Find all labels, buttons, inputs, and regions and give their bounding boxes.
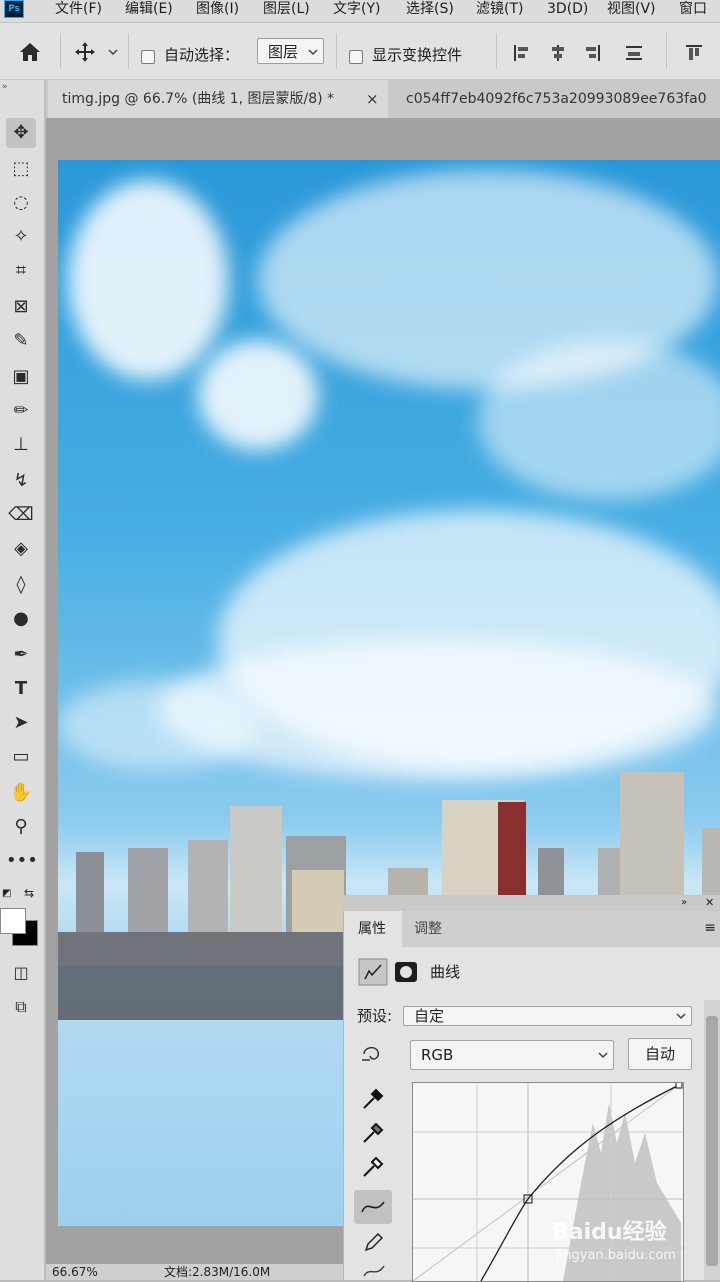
tab-properties-label: 属性 (358, 921, 386, 937)
smooth-icon[interactable] (362, 1262, 386, 1280)
panel-header: » ✕ (343, 895, 720, 911)
close-panel-icon[interactable]: ✕ (705, 895, 714, 911)
blur-icon[interactable]: ◊ (6, 570, 36, 600)
align-top-icon[interactable] (684, 43, 704, 63)
marquee-icon[interactable]: ⬚ (6, 154, 36, 184)
tools-panel: » ✥ ⬚ ◌ ✧ ⌗ ⊠ ✎ ▣ ✏ ⊥ ↯ ⌫ ◈ ◊ ● ✒ T ➤ ▭ … (0, 80, 45, 1280)
align-top-edge-icon[interactable] (624, 43, 644, 63)
menu-window[interactable]: 窗口 (679, 0, 707, 20)
eyedropper-icon[interactable]: ✎ (6, 326, 36, 356)
panel-menu-icon[interactable]: ≡ (704, 920, 716, 936)
photoshop-logo: Ps (4, 0, 24, 18)
close-icon[interactable]: × (366, 80, 379, 118)
document-size: 文档:2.83M/16.0M (164, 1265, 271, 1279)
foreground-color-swatch[interactable] (0, 908, 26, 934)
layer-select-value: 图层 (268, 43, 299, 61)
scrollbar-thumb[interactable] (706, 1016, 718, 1266)
curves-adjustment-icon[interactable] (358, 958, 388, 986)
menu-filter[interactable]: 滤镜(T) (476, 0, 523, 20)
zoom-icon[interactable]: ⚲ (6, 812, 36, 842)
paint-bucket-icon[interactable]: ◈ (6, 534, 36, 564)
tab-label: timg.jpg @ 66.7% (曲线 1, 图层蒙版/8) * (62, 91, 335, 107)
show-transform-checkbox[interactable] (349, 50, 363, 64)
move-icon[interactable]: ✥ (6, 118, 36, 148)
collapse-panel-icon[interactable]: » (681, 895, 687, 911)
white-point-eyedropper-icon[interactable] (360, 1154, 386, 1180)
swap-colors-icon[interactable]: ⇆ (24, 886, 34, 900)
path-select-icon[interactable]: ➤ (6, 708, 36, 738)
healing-icon[interactable]: ▣ (6, 362, 36, 392)
black-point-eyedropper-icon[interactable] (360, 1086, 386, 1112)
tab-label: c054ff7eb4092f6c753a20993089ee763fa0 (406, 91, 707, 107)
status-bar: 66.67% 文档:2.83M/16.0M (46, 1264, 343, 1280)
menu-file[interactable]: 文件(F) (55, 0, 102, 20)
align-left-icon[interactable] (512, 43, 532, 63)
menu-select[interactable]: 选择(S) (406, 0, 454, 20)
tab-adjustments[interactable]: 调整 ≡ (402, 911, 720, 947)
gray-point-eyedropper-icon[interactable] (360, 1120, 386, 1146)
eraser-icon[interactable]: ⌫ (6, 500, 36, 530)
screen-mode-icon[interactable]: ⧉ (6, 992, 36, 1022)
align-right-icon[interactable] (582, 43, 602, 63)
auto-button[interactable]: 自动 (628, 1038, 692, 1070)
history-brush-icon[interactable]: ↯ (6, 466, 36, 496)
rectangle-icon[interactable]: ▭ (6, 742, 36, 772)
channel-value: RGB (421, 1046, 454, 1064)
stamp-icon[interactable]: ⊥ (6, 430, 36, 460)
menu-image[interactable]: 图像(I) (196, 0, 239, 20)
hand-icon[interactable]: ✋ (6, 778, 36, 808)
on-image-adjust-icon[interactable] (360, 1042, 386, 1066)
crop-icon[interactable]: ⌗ (6, 256, 36, 286)
menu-3d[interactable]: 3D(D) (547, 0, 588, 20)
menu-layer[interactable]: 图层(L) (263, 0, 310, 20)
quick-mask-icon[interactable]: ◫ (6, 958, 36, 988)
auto-select-target-select[interactable]: 图层 (257, 38, 324, 64)
channel-select[interactable]: RGB (410, 1040, 614, 1070)
preset-select[interactable]: 自定 (403, 1006, 692, 1026)
options-bar: 自动选择： 图层 显示变换控件 (0, 23, 720, 80)
tab-second-document[interactable]: c054ff7eb4092f6c753a20993089ee763fa0 (388, 80, 720, 118)
watermark-text: Baidu经验 (552, 1220, 667, 1245)
pen-icon[interactable]: ✒ (6, 640, 36, 670)
menu-type[interactable]: 文字(Y) (333, 0, 380, 20)
tab-timg[interactable]: timg.jpg @ 66.7% (曲线 1, 图层蒙版/8) * × (48, 80, 388, 118)
tab-adjustments-label: 调整 (414, 921, 442, 937)
preset-value: 自定 (414, 1007, 445, 1025)
show-transform-label: 显示变换控件 (372, 46, 463, 64)
zoom-readout[interactable]: 66.67% (52, 1264, 98, 1280)
frame-icon[interactable]: ⊠ (6, 292, 36, 322)
collapse-icon[interactable]: » (2, 82, 8, 92)
move-tool-icon[interactable] (74, 41, 96, 63)
lasso-icon[interactable]: ◌ (6, 188, 36, 218)
chevron-down-icon (676, 1013, 686, 1020)
chevron-down-icon (598, 1052, 608, 1059)
pencil-icon[interactable] (362, 1230, 386, 1254)
type-icon[interactable]: T (6, 674, 36, 704)
more-icon[interactable]: ••• (6, 846, 38, 876)
watermark-url: jingyan.baidu.com (556, 1248, 676, 1263)
menu-edit[interactable]: 编辑(E) (125, 0, 173, 20)
chevron-down-icon[interactable] (108, 49, 118, 56)
align-center-icon[interactable] (548, 43, 568, 63)
brush-icon[interactable]: ✏ (6, 396, 36, 426)
magic-wand-icon[interactable]: ✧ (6, 222, 36, 252)
auto-select-label: 自动选择： (164, 46, 240, 64)
menu-bar: Ps 文件(F) 编辑(E) 图像(I) 图层(L) 文字(Y) 选择(S) 滤… (0, 0, 720, 23)
layer-mask-icon[interactable] (395, 962, 417, 982)
auto-select-checkbox[interactable] (141, 50, 155, 64)
curves-title: 曲线 (430, 963, 461, 981)
tab-properties[interactable]: 属性 (344, 911, 402, 947)
default-colors-icon[interactable]: ◩ (2, 888, 11, 899)
chevron-down-icon (308, 49, 318, 56)
home-icon[interactable] (18, 41, 42, 63)
menu-view[interactable]: 视图(V) (607, 0, 656, 20)
dodge-icon[interactable]: ● (6, 604, 36, 634)
panel-scrollbar[interactable] (704, 1000, 720, 1280)
preset-label: 预设: (357, 1007, 393, 1025)
curve-point-icon (361, 1201, 385, 1213)
curve-edit-points-button[interactable] (354, 1190, 392, 1224)
